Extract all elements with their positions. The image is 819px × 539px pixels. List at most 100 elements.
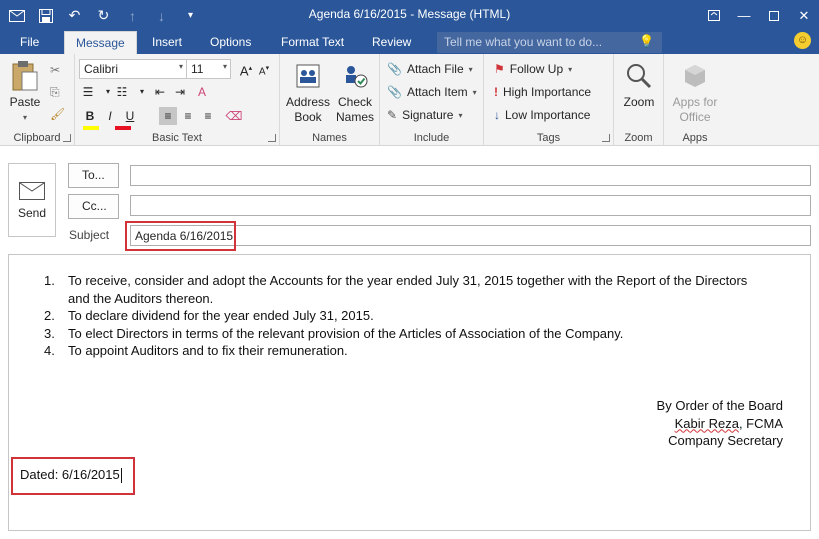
cut-button[interactable]: ✂ [50,60,60,80]
send-button[interactable]: Send [8,163,56,237]
low-importance-button[interactable]: ↓ Low Importance [494,105,590,125]
list-item-number: 4. [44,343,55,358]
ribbon-display-options-icon[interactable] [699,0,729,31]
apps-label: Apps for Office [672,95,718,124]
zoom-label: Zoom [623,95,655,109]
apps-group: Apps for Office Apps [664,54,726,146]
tags-group-label: Tags [536,132,561,144]
include-group-label: Include [413,132,450,144]
attach-file-button[interactable]: 📎 Attach File ▾ [387,59,473,79]
clear-formatting-icon: A [197,85,206,99]
scissors-icon: ✂ [50,63,61,77]
low-importance-label: Low Importance [505,108,591,122]
tab-file[interactable]: File [9,31,50,54]
high-importance-button[interactable]: ! High Importance [494,82,591,102]
minimize-icon[interactable]: — [729,0,759,31]
attach-file-label: Attach File [406,62,464,76]
apps-for-office-button[interactable]: Apps for Office [668,60,722,125]
clipboard-group: Paste ▾ ✂ ⎘ 🖌 Clipboard [0,54,75,146]
chevron-down-icon: ▾ [222,62,227,71]
basic-text-launcher-icon[interactable] [268,134,276,142]
align-right-button[interactable]: ≡ [199,107,217,125]
to-button[interactable]: To... [68,163,119,188]
tab-review[interactable]: Review [361,31,422,54]
feedback-smiley-icon[interactable]: ☺ [794,32,811,49]
shrink-font-button[interactable]: A▾ [255,60,273,78]
list-item: 3. To elect Directors in terms of the re… [44,325,804,343]
shrink-font-label: A [258,66,266,78]
subject-label: Subject [69,228,110,242]
maximize-icon[interactable] [759,0,789,31]
close-icon[interactable]: ✕ [789,0,819,31]
signature-icon: ✎ [387,108,398,122]
font-name-combo[interactable]: Calibri ▾ [79,59,187,79]
basic-text-group-label: Basic Text [152,132,202,144]
names-group-label: Names [312,132,347,144]
cc-field[interactable] [130,195,811,216]
attach-item-icon: 📎 [387,85,402,99]
font-size-combo[interactable]: 11 ▾ [186,59,231,79]
tab-message[interactable]: Message [64,31,137,54]
italic-button[interactable]: I [101,107,119,125]
attach-item-button[interactable]: 📎 Attach Item ▾ [387,82,477,102]
zoom-group: Zoom Zoom [614,54,664,146]
signature-button[interactable]: ✎ Signature ▾ [387,105,462,125]
bullet-list-icon: ☰ [82,85,94,99]
check-names-button[interactable]: Check Names [332,60,378,125]
follow-up-button[interactable]: ⚑ Follow Up ▾ [494,59,572,79]
agenda-list: 1. To receive, consider and adopt the Ac… [44,272,804,360]
address-book-button[interactable]: Address Book [284,60,332,125]
lightbulb-icon: 💡 [639,34,654,48]
copy-button[interactable]: ⎘ [50,82,60,102]
align-center-button[interactable]: ≡ [179,107,197,125]
send-label: Send [17,206,47,220]
tell-me-search[interactable]: Tell me what you want to do... 💡 [437,32,662,53]
eraser-icon: ⌫ [225,109,243,123]
list-item-number: 3. [44,325,55,341]
high-importance-label: High Importance [503,85,592,99]
window-controls: — ✕ [699,0,819,31]
align-right-icon: ≡ [204,109,212,123]
font-name-value: Calibri [84,62,119,76]
grow-font-button[interactable]: A▴ [237,60,255,78]
include-group: 📎 Attach File ▾ 📎 Attach Item ▾ ✎ Signat… [380,54,484,146]
zoom-button[interactable]: Zoom [618,60,660,110]
high-importance-icon: ! [494,85,498,99]
tags-launcher-icon[interactable] [602,134,610,142]
decrease-indent-button[interactable]: ⇤ [151,83,169,101]
bullets-button[interactable]: ☰ [79,83,97,101]
list-item-text: To elect Directors in terms of the relev… [68,325,624,341]
signature-name: Kabir Reza [674,415,739,431]
tags-group: ⚑ Follow Up ▾ ! High Importance ↓ Low Im… [484,54,614,146]
numbering-dropdown-icon[interactable]: ▾ [133,83,151,101]
format-painter-button[interactable]: 🖌 [50,104,65,124]
underline-button[interactable]: U [121,107,139,125]
cc-button[interactable]: Cc... [68,194,119,219]
basic-text-group: Calibri ▾ 11 ▾ A▴ A▾ ☰ ▾ ☷ ▾ ⇤ ⇥ A B I U… [75,54,280,146]
decrease-indent-icon: ⇤ [154,85,166,99]
tab-options[interactable]: Options [199,31,262,54]
to-field[interactable] [130,165,811,186]
align-left-button[interactable]: ≡ [159,107,177,125]
signature-label: Signature [402,108,454,122]
increase-indent-button[interactable]: ⇥ [171,83,189,101]
clear-formatting-button[interactable]: A [193,83,211,101]
tab-format-text[interactable]: Format Text [270,31,355,54]
grow-font-label: A [239,63,249,79]
clear-all-formatting-button[interactable]: ⌫ [225,107,243,125]
tab-insert[interactable]: Insert [141,31,193,54]
increase-indent-icon: ⇥ [174,85,186,99]
list-item: 4. To appoint Auditors and to fix their … [44,342,804,360]
paste-button[interactable]: Paste ▾ [5,60,45,125]
copy-icon: ⎘ [50,84,60,99]
align-center-icon: ≡ [184,109,192,123]
apps-group-label: Apps [682,132,708,144]
signature-line-3: Company Secretary [668,433,783,448]
font-size-value: 11 [191,62,204,76]
numbering-button[interactable]: ☷ [113,83,131,101]
clipboard-launcher-icon[interactable] [63,134,71,142]
paste-label: Paste [9,95,41,109]
dated-highlight-box [11,457,135,495]
bold-button[interactable]: B [81,107,99,125]
ribbon: Paste ▾ ✂ ⎘ 🖌 Clipboard Calibri ▾ 11 ▾ A… [0,54,819,146]
